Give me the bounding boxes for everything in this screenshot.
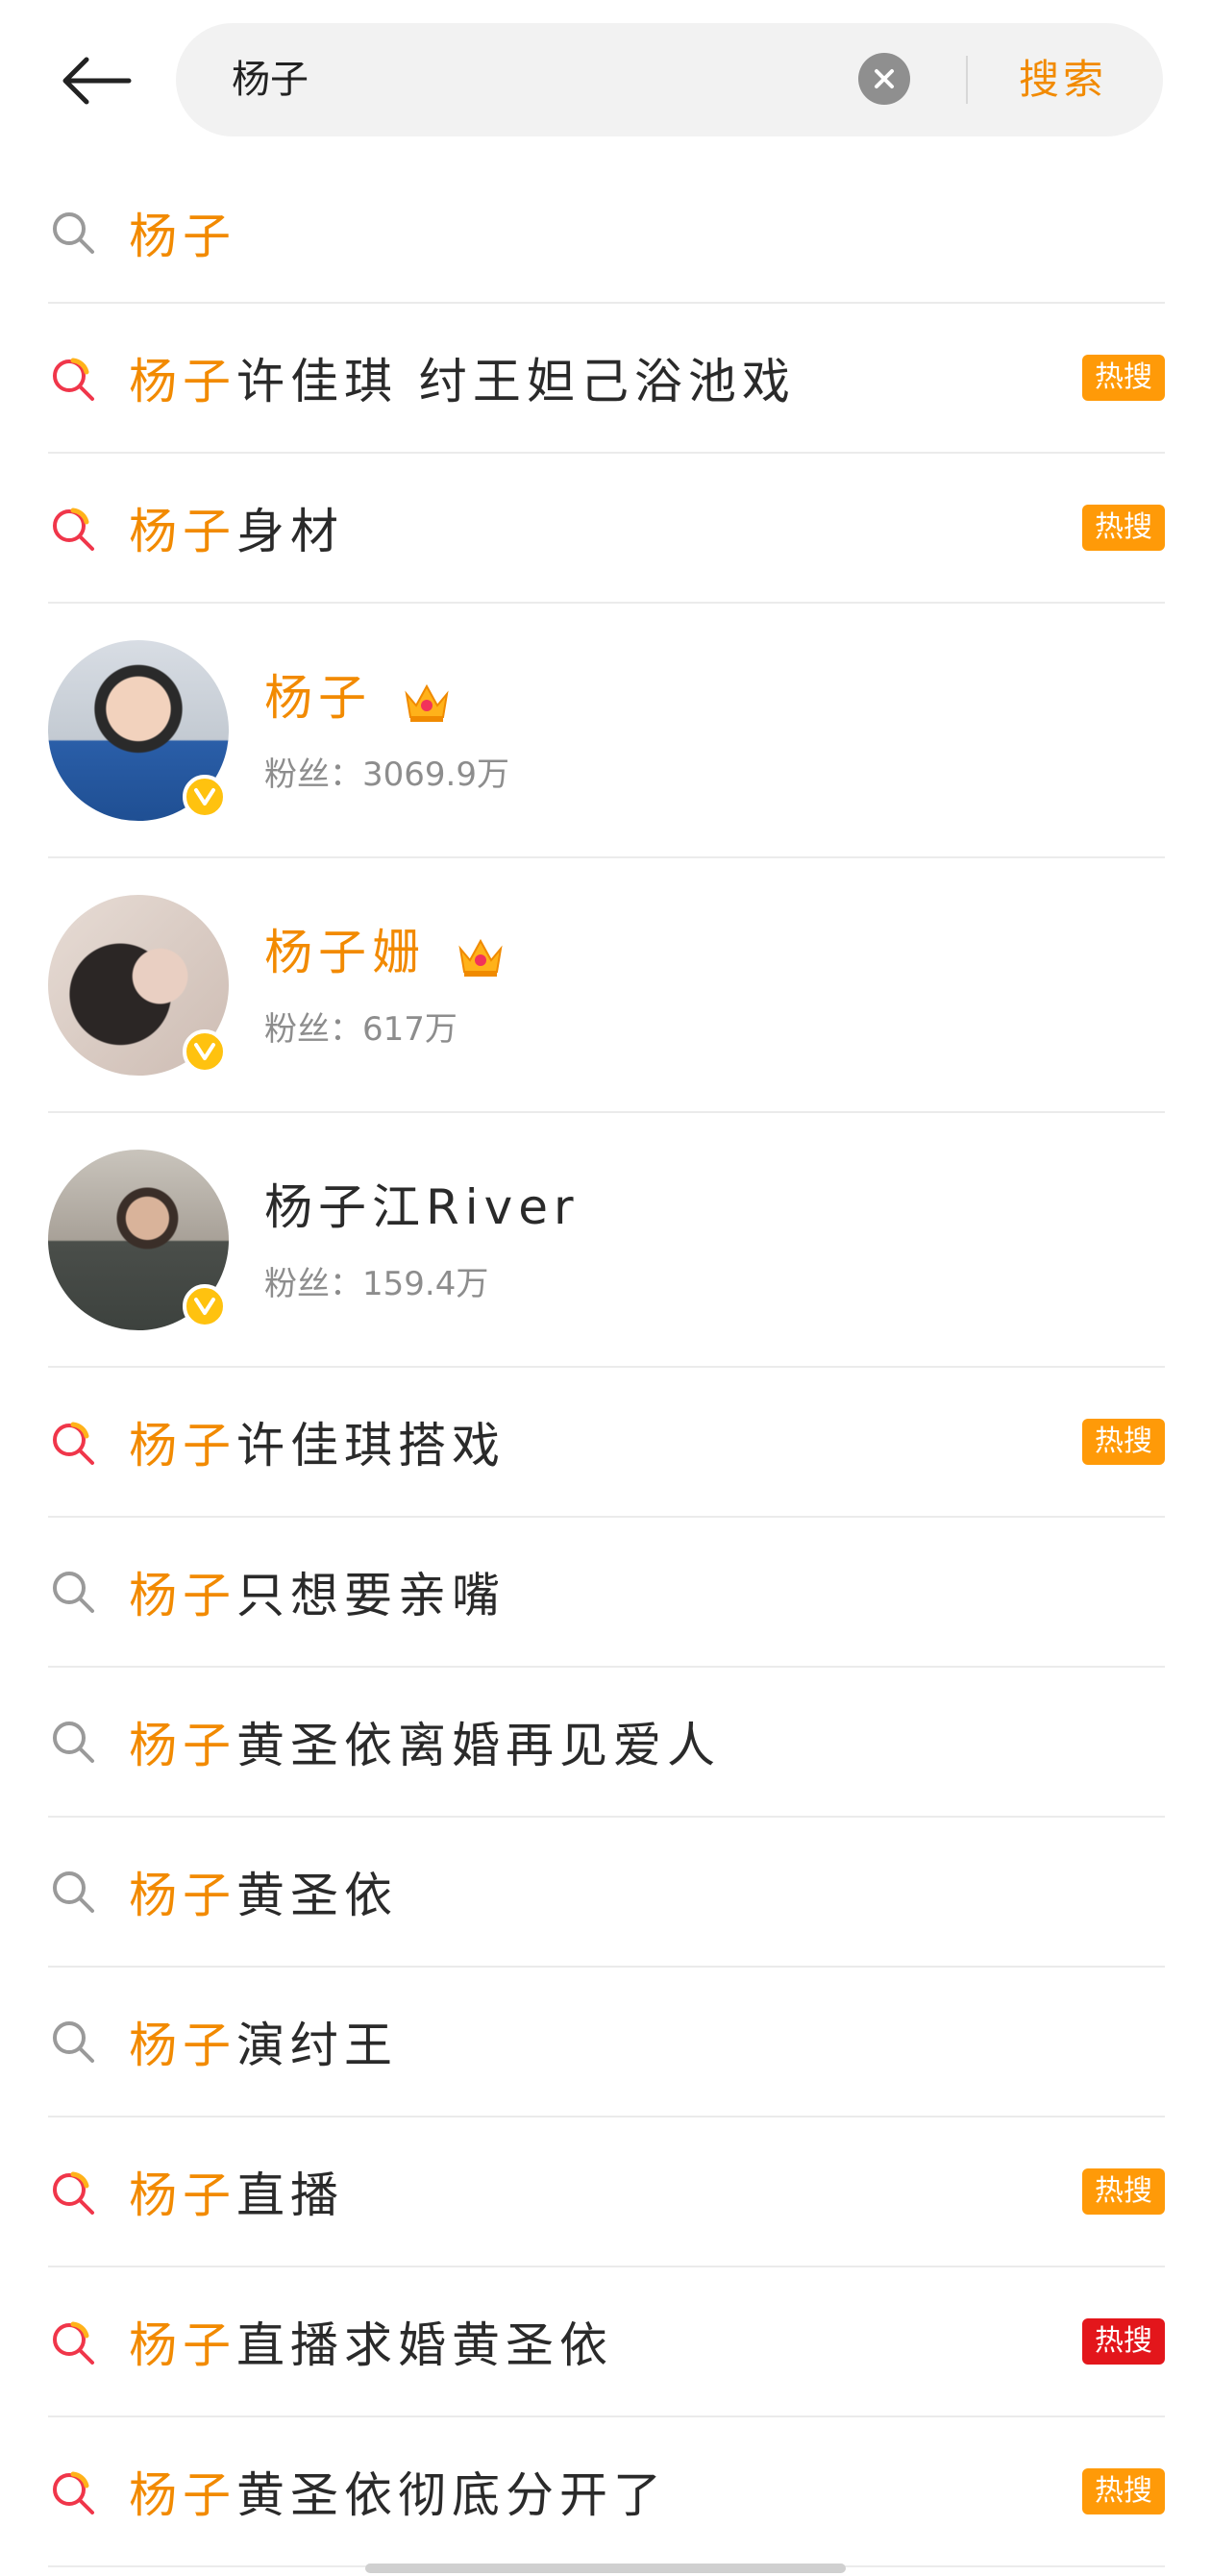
- hot-search-icon: [48, 2167, 98, 2217]
- back-arrow-icon: [62, 57, 132, 105]
- search-input[interactable]: 杨子: [232, 23, 309, 136]
- avatar-container[interactable]: [48, 1150, 229, 1330]
- search-icon: [48, 1717, 98, 1767]
- suggestion-row[interactable]: 杨子直播求婚黄圣依 热搜: [48, 2267, 1165, 2417]
- suggestion-rest: 直播求婚黄圣依: [236, 2317, 613, 2373]
- suggestion-row[interactable]: 杨子许佳琪 纣王妲己浴池戏 热搜: [48, 304, 1165, 454]
- search-icon: [48, 1567, 98, 1617]
- search-submit-button[interactable]: 搜索: [1019, 23, 1107, 136]
- suggestion-text: 杨子黄圣依: [129, 1857, 398, 1926]
- suggestion-highlight: 杨子: [129, 2317, 236, 2373]
- divider: [966, 56, 968, 104]
- suggestion-highlight: 杨子: [129, 1568, 236, 1623]
- suggestion-rest: 黄圣依彻底分开了: [236, 2467, 667, 2523]
- suggestion-highlight: 杨子: [129, 354, 236, 409]
- search-icon: [48, 1867, 98, 1917]
- search-box[interactable]: 杨子 搜索: [176, 23, 1163, 136]
- suggestion-highlight: 杨子: [129, 1718, 236, 1773]
- suggestion-row[interactable]: 杨子直播 热搜: [48, 2118, 1165, 2267]
- user-result-row[interactable]: 杨子粉丝：3069.9万: [48, 604, 1165, 858]
- suggestion-rest: 黄圣依: [236, 1868, 398, 1923]
- suggestion-highlight: 杨子: [129, 209, 236, 264]
- suggestion-row[interactable]: 杨子只想要亲嘴: [48, 1518, 1165, 1668]
- hot-search-badge: 热搜: [1082, 1419, 1165, 1465]
- back-button[interactable]: [48, 42, 144, 119]
- hot-search-icon: [48, 503, 98, 553]
- suggestion-text: 杨子直播求婚黄圣依: [129, 2307, 613, 2376]
- suggestion-rest: 演纣王: [236, 2018, 398, 2073]
- suggestion-rest: 黄圣依离婚再见爱人: [236, 1718, 721, 1773]
- suggestion-row[interactable]: 杨子许佳琪搭戏 热搜: [48, 1368, 1165, 1518]
- user-name-text: 杨子江River: [264, 1179, 580, 1235]
- suggestion-row[interactable]: 杨子演纣王: [48, 1968, 1165, 2118]
- verified-badge-icon: [183, 1284, 227, 1328]
- suggestion-rest: 只想要亲嘴: [236, 1568, 506, 1623]
- suggestion-highlight: 杨子: [129, 1418, 236, 1474]
- search-header: 杨子 搜索: [0, 0, 1211, 163]
- home-indicator[interactable]: [365, 2564, 846, 2573]
- avatar-container[interactable]: [48, 640, 229, 821]
- search-icon: [48, 2017, 98, 2067]
- suggestion-row[interactable]: 杨子黄圣依: [48, 1818, 1165, 1968]
- user-name: 杨子姗: [264, 914, 507, 983]
- avatar-container[interactable]: [48, 895, 229, 1076]
- hot-search-badge: 热搜: [1082, 2318, 1165, 2365]
- suggestion-highlight: 杨子: [129, 1868, 236, 1923]
- suggestion-text: 杨子身材: [129, 493, 344, 562]
- suggestion-highlight: 杨子: [129, 2167, 236, 2223]
- user-result-row[interactable]: 杨子江River 粉丝：159.4万: [48, 1113, 1165, 1368]
- suggestion-highlight: 杨子: [129, 2018, 236, 2073]
- search-icon: [48, 208, 98, 258]
- user-name: 杨子江River: [264, 1169, 580, 1238]
- hot-search-badge: 热搜: [1082, 2468, 1165, 2514]
- suggestion-row[interactable]: 杨子身材 热搜: [48, 454, 1165, 604]
- suggestion-row[interactable]: 杨子黄圣依彻底分开了 热搜: [48, 2417, 1165, 2567]
- suggestion-text: 杨子黄圣依彻底分开了: [129, 2457, 667, 2526]
- hot-search-icon: [48, 1417, 98, 1467]
- user-name-text: 杨子: [264, 670, 372, 726]
- suggestion-text: 杨子直播: [129, 2157, 344, 2226]
- clear-search-button[interactable]: [858, 53, 910, 105]
- user-result-row[interactable]: 杨子姗粉丝：617万: [48, 858, 1165, 1113]
- hot-search-badge: 热搜: [1082, 505, 1165, 551]
- suggestion-rest: 许佳琪 纣王妲己浴池戏: [236, 354, 796, 409]
- suggestion-text: 杨子许佳琪搭戏: [129, 1407, 506, 1476]
- verified-badge-icon: [183, 775, 227, 819]
- hot-search-icon: [48, 2316, 98, 2366]
- crown-icon: [455, 933, 507, 979]
- suggestion-highlight: 杨子: [129, 2467, 236, 2523]
- suggestion-rest: 身材: [236, 504, 344, 559]
- fans-count: 粉丝：617万: [264, 1010, 457, 1049]
- user-name: 杨子: [264, 659, 453, 729]
- close-icon: [875, 69, 894, 88]
- suggestion-highlight: 杨子: [129, 504, 236, 559]
- crown-icon: [401, 679, 453, 725]
- fans-count: 粉丝：3069.9万: [264, 755, 509, 794]
- hot-search-icon: [48, 353, 98, 403]
- suggestion-row[interactable]: 杨子: [48, 163, 1165, 304]
- suggestion-text: 杨子许佳琪 纣王妲己浴池戏: [129, 343, 796, 412]
- fans-count: 粉丝：159.4万: [264, 1265, 489, 1303]
- suggestion-rest: 直播: [236, 2167, 344, 2223]
- hot-search-badge: 热搜: [1082, 355, 1165, 401]
- suggestion-rest: 许佳琪搭戏: [236, 1418, 506, 1474]
- suggestion-text: 杨子只想要亲嘴: [129, 1557, 506, 1626]
- suggestion-text: 杨子演纣王: [129, 2007, 398, 2076]
- verified-badge-icon: [183, 1029, 227, 1074]
- suggestion-text: 杨子: [129, 198, 236, 267]
- hot-search-icon: [48, 2466, 98, 2516]
- suggestion-text: 杨子黄圣依离婚再见爱人: [129, 1707, 721, 1776]
- hot-search-badge: 热搜: [1082, 2168, 1165, 2215]
- suggestion-list: 杨子 杨子许佳琪 纣王妲己浴池戏 热搜 杨子身材 热搜 杨子 粉丝：3069.9万 杨子姗粉…: [0, 163, 1211, 2567]
- user-name-text: 杨子姗: [264, 925, 426, 980]
- suggestion-row[interactable]: 杨子黄圣依离婚再见爱人: [48, 1668, 1165, 1818]
